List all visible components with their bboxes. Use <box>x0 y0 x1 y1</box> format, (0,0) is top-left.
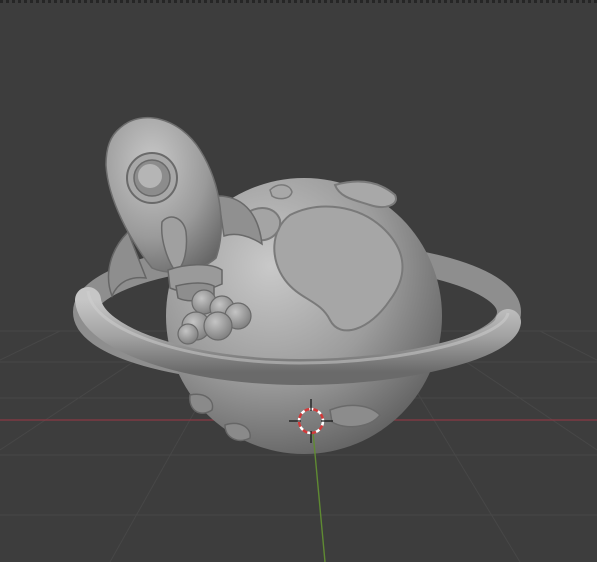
3d-viewport[interactable] <box>0 0 597 562</box>
viewport-canvas[interactable] <box>0 0 597 562</box>
